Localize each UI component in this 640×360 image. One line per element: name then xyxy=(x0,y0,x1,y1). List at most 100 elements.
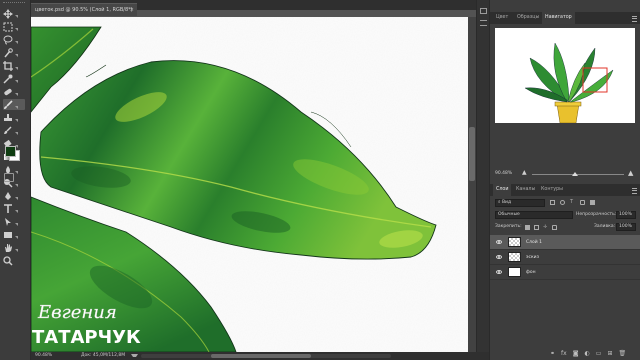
scrollbar-thumb[interactable] xyxy=(469,127,475,181)
status-zoom[interactable]: 90.48% xyxy=(35,352,52,360)
lasso-tool[interactable] xyxy=(3,34,25,45)
tab-swatches[interactable]: Образцы xyxy=(514,12,542,24)
layer-filter-select[interactable]: ⌕ Вид xyxy=(495,199,545,207)
tools-panel xyxy=(0,0,31,360)
zoom-in-icon[interactable]: ▲ xyxy=(628,169,633,177)
add-mask-icon[interactable]: ◙ xyxy=(573,350,579,358)
navigator-preview[interactable] xyxy=(495,28,635,124)
layer-name[interactable]: фон xyxy=(526,265,536,280)
type-tool[interactable] xyxy=(3,203,25,214)
layer-name[interactable]: Слой 1 xyxy=(526,235,542,250)
author-logo: Евгения ТАТАРЧУК xyxy=(32,302,141,348)
layer-row-3[interactable]: фон xyxy=(490,265,640,280)
move-tool[interactable] xyxy=(3,8,25,19)
history-brush-icon xyxy=(4,126,12,134)
filter-type-icon[interactable]: T xyxy=(570,200,575,205)
close-icon[interactable]: × xyxy=(130,4,134,17)
navigator-zoom-row: 90.48% ▲ ▲ xyxy=(490,169,640,180)
lock-label: Закрепить: xyxy=(495,224,522,229)
tab-color[interactable]: Цвет xyxy=(493,12,511,24)
visibility-eye-icon[interactable] xyxy=(496,255,502,259)
foreground-color-swatch[interactable] xyxy=(5,146,16,157)
opacity-field[interactable]: 100% xyxy=(616,211,636,219)
tab-channels[interactable]: Каналы xyxy=(513,184,538,196)
healing-brush-icon xyxy=(4,88,12,95)
navigator-zoom-value[interactable]: 90.48% xyxy=(495,170,512,178)
history-brush-tool[interactable] xyxy=(3,125,25,136)
tab-paths[interactable]: Контуры xyxy=(538,184,566,196)
brush-tool-icon xyxy=(4,99,13,109)
document-tab-title: цветок.psd @ 90.5% (Слой 1, RGB/8*) xyxy=(35,7,133,13)
new-group-icon[interactable]: ▭ xyxy=(596,350,602,358)
lock-position-icon[interactable]: ✛ xyxy=(543,225,548,230)
layer-filter-label: Вид xyxy=(501,200,512,205)
status-doc-size: Док: 45,0M/112,8M xyxy=(81,353,126,358)
delete-layer-icon[interactable]: 🗑 xyxy=(618,350,626,358)
pen-tool-icon xyxy=(5,191,11,200)
pen-tool[interactable] xyxy=(3,190,25,201)
properties-panel-icon[interactable] xyxy=(480,20,487,26)
layer-thumbnail xyxy=(508,267,521,277)
link-layers-icon[interactable]: ⚭ xyxy=(550,350,555,358)
new-layer-icon[interactable]: ⊞ xyxy=(607,350,612,358)
document-tab[interactable]: цветок.psd @ 90.5% (Слой 1, RGB/8*) × xyxy=(31,3,137,16)
zoom-tool[interactable] xyxy=(3,255,25,266)
eyedropper-tool[interactable] xyxy=(3,73,25,84)
layer-thumbnail xyxy=(508,252,521,262)
eyedropper-tool-icon xyxy=(3,74,13,84)
layer-thumbnail xyxy=(508,237,521,247)
status-bar: 90.48% Док: 45,0M/112,8M xyxy=(31,352,489,360)
layer-name[interactable]: эскиз xyxy=(526,250,539,265)
quick-select-tool[interactable] xyxy=(3,47,25,58)
lock-image-icon[interactable] xyxy=(534,225,539,230)
layers-tab-row: Слои Каналы Контуры xyxy=(490,184,640,196)
panel-menu-icon[interactable] xyxy=(632,16,637,22)
type-tool-icon xyxy=(4,203,12,213)
layer-row-1[interactable]: Слой 1 xyxy=(490,235,640,250)
lock-transparency-icon[interactable] xyxy=(525,225,530,230)
fill-value: 100% xyxy=(619,224,632,229)
hand-tool[interactable] xyxy=(3,242,25,253)
filter-pixel-icon[interactable] xyxy=(550,200,555,205)
zoom-out-icon[interactable]: ▲ xyxy=(522,169,527,177)
visibility-eye-icon[interactable] xyxy=(496,240,502,244)
adjustment-layer-icon[interactable]: ◐ xyxy=(585,350,590,358)
quick-select-tool-icon xyxy=(4,47,13,57)
crop-tool[interactable] xyxy=(3,60,25,71)
history-panel-icon[interactable] xyxy=(480,8,487,14)
filter-shape-icon[interactable] xyxy=(580,200,585,205)
horizontal-scrollbar-thumb[interactable] xyxy=(211,354,311,358)
filter-smart-object-icon[interactable] xyxy=(590,200,595,205)
shape-tool[interactable] xyxy=(3,229,25,240)
healing-brush-tool[interactable] xyxy=(3,86,25,97)
hand-tool-icon xyxy=(5,243,12,252)
blend-mode-select[interactable]: Обычные xyxy=(495,211,573,219)
filter-adjustment-icon[interactable] xyxy=(560,200,565,205)
blend-mode-value: Обычные xyxy=(498,212,520,217)
layer-style-icon[interactable]: fx xyxy=(561,350,567,358)
canvas-vertical-scrollbar[interactable] xyxy=(468,17,476,352)
quick-mask-icon[interactable] xyxy=(4,173,14,182)
marquee-tool[interactable] xyxy=(3,21,25,32)
layer-row-2[interactable]: эскиз xyxy=(490,250,640,265)
path-select-tool[interactable] xyxy=(3,216,25,227)
clone-stamp-icon xyxy=(4,113,12,121)
toolbar-grip[interactable] xyxy=(3,2,25,6)
clone-stamp-tool[interactable] xyxy=(3,112,25,123)
tab-layers[interactable]: Слои xyxy=(493,184,512,196)
logo-line2: ТАТАРЧУК xyxy=(32,327,141,348)
layers-panel-menu-icon[interactable] xyxy=(632,188,637,194)
layer-filter-icons: T xyxy=(550,200,630,206)
navigator-zoom-slider[interactable] xyxy=(532,174,624,175)
fill-label: Заливка: xyxy=(594,224,616,229)
lock-all-icon[interactable] xyxy=(552,225,557,230)
brush-tool[interactable] xyxy=(3,99,25,110)
visibility-eye-icon[interactable] xyxy=(496,270,502,274)
zoom-slider-handle[interactable] xyxy=(572,172,578,176)
crop-tool-icon xyxy=(3,60,13,71)
tab-navigator[interactable]: Навигатор xyxy=(542,12,575,24)
horizontal-scrollbar[interactable] xyxy=(141,354,391,358)
fill-field[interactable]: 100% xyxy=(616,223,636,231)
status-menu-arrow-icon[interactable] xyxy=(131,354,138,357)
lasso-tool-icon xyxy=(3,35,13,44)
